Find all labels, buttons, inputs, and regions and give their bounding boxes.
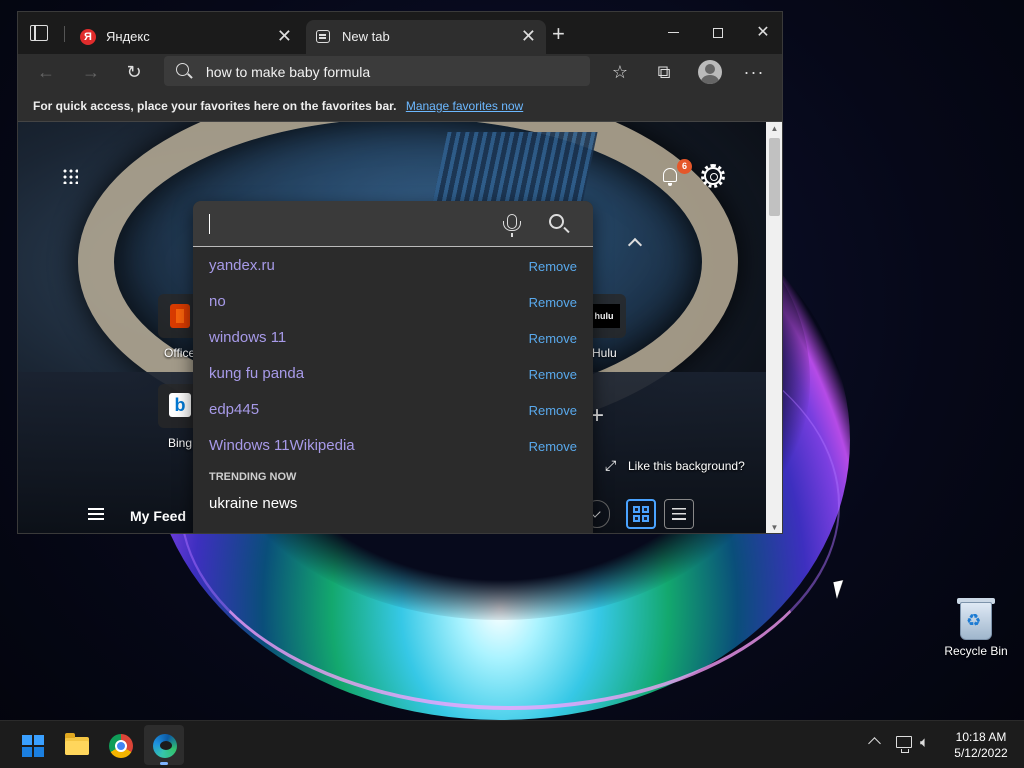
bell-body — [663, 168, 677, 182]
bing-icon: b — [169, 393, 191, 417]
forward-arrow-icon[interactable]: → — [77, 58, 105, 86]
history-item[interactable]: windows 11 Remove — [193, 319, 593, 355]
recycle-bin-label: Recycle Bin — [944, 644, 1008, 658]
file-explorer-button[interactable] — [56, 725, 96, 765]
recycle-bin-desktop-icon[interactable]: ♻ Recycle Bin — [940, 596, 1012, 658]
tab-yandex[interactable]: Я Яндекс ✕ — [70, 20, 302, 54]
clock-date: 5/12/2022 — [954, 746, 1008, 760]
more-options-icon[interactable]: ··· — [740, 58, 768, 86]
profile-avatar[interactable] — [698, 60, 722, 84]
text-caret — [209, 214, 210, 234]
list-view-icon[interactable] — [664, 499, 694, 529]
tab-new-tab[interactable]: New tab ✕ — [306, 20, 546, 54]
new-tab-icon — [316, 30, 330, 43]
back-arrow-icon[interactable]: ← — [32, 58, 60, 86]
my-feed-label[interactable]: My Feed — [130, 508, 186, 524]
refresh-icon[interactable]: ↻ — [120, 58, 148, 86]
remove-link[interactable]: Remove — [529, 403, 577, 418]
history-query[interactable]: edp445 — [209, 401, 259, 418]
chrome-icon — [109, 734, 133, 758]
search-input[interactable] — [193, 201, 593, 247]
menu-icon[interactable] — [88, 508, 104, 520]
recycle-arrows-icon: ♻ — [966, 611, 982, 630]
app-launcher-icon[interactable] — [62, 168, 78, 184]
history-item[interactable]: kung fu panda Remove — [193, 355, 593, 391]
search-icon[interactable] — [549, 214, 564, 229]
favorites-bar-message: For quick access, place your favorites h… — [33, 99, 397, 113]
trending-heading: TRENDING NOW — [209, 471, 297, 483]
address-text[interactable]: how to make baby formula — [206, 64, 370, 80]
history-item[interactable]: Windows 11Wikipedia Remove — [193, 427, 593, 463]
system-clock[interactable]: 10:18 AM 5/12/2022 — [944, 729, 1018, 761]
volume-icon[interactable]: 🔈︎ — [920, 735, 929, 751]
scroll-down-icon[interactable]: ▼ — [766, 521, 782, 533]
history-query[interactable]: no — [209, 293, 226, 310]
collections-icon[interactable]: ⧉ — [650, 58, 678, 86]
remove-link[interactable]: Remove — [529, 331, 577, 346]
search-history-list: yandex.ru Remove no Remove windows 11 Re… — [193, 247, 593, 463]
network-icon[interactable] — [896, 736, 912, 753]
scroll-up-icon[interactable]: ▲ — [766, 122, 782, 136]
office-icon — [170, 304, 190, 328]
history-query[interactable]: windows 11 — [209, 329, 286, 346]
microphone-stand — [511, 233, 513, 237]
notification-badge: 6 — [677, 159, 692, 174]
quick-link-label: Office — [164, 346, 196, 360]
minimize-button[interactable] — [658, 20, 688, 46]
remove-link[interactable]: Remove — [529, 259, 577, 274]
navigation-toolbar: ← → ↻ how to make baby formula ☆ ⧉ ··· — [18, 54, 782, 90]
recycle-bin-icon: ♻ — [956, 596, 996, 640]
tab-divider — [64, 26, 65, 42]
tab-actions-icon[interactable] — [30, 25, 48, 41]
tab-title: New tab — [342, 29, 390, 44]
maximize-button[interactable] — [703, 20, 733, 46]
history-query[interactable]: Windows 11Wikipedia — [209, 437, 355, 454]
quick-link-label: Hulu — [592, 346, 617, 360]
trending-item[interactable]: ukraine news — [209, 495, 297, 512]
scroll-thumb[interactable] — [769, 138, 780, 216]
history-item[interactable]: yandex.ru Remove — [193, 247, 593, 283]
edge-browser-window: Я Яндекс ✕ New tab ✕ + ✕ ← → ↻ how to ma… — [17, 11, 783, 534]
remove-link[interactable]: Remove — [529, 295, 577, 310]
yandex-icon: Я — [80, 29, 96, 45]
close-window-button[interactable]: ✕ — [748, 20, 778, 46]
start-button[interactable] — [12, 725, 52, 765]
history-item[interactable]: edp445 Remove — [193, 391, 593, 427]
search-suggestions-panel: yandex.ru Remove no Remove windows 11 Re… — [193, 201, 593, 533]
settings-gear-icon[interactable] — [704, 167, 722, 185]
file-explorer-icon — [65, 733, 89, 755]
new-tab-button[interactable]: + — [552, 22, 565, 46]
history-query[interactable]: kung fu panda — [209, 365, 304, 382]
clock-time: 10:18 AM — [955, 730, 1007, 744]
history-item[interactable]: no Remove — [193, 283, 593, 319]
close-tab-icon[interactable]: ✕ — [277, 26, 292, 46]
edge-icon — [153, 734, 177, 758]
address-bar[interactable]: how to make baby formula — [164, 56, 590, 86]
remove-link[interactable]: Remove — [529, 367, 577, 382]
show-hidden-icons-chevron-icon[interactable] — [868, 737, 881, 750]
remove-link[interactable]: Remove — [529, 439, 577, 454]
quick-link-label: Bing — [168, 436, 193, 450]
favorites-bar: For quick access, place your favorites h… — [18, 90, 782, 122]
bell-clapper — [668, 183, 672, 186]
microphone-icon[interactable] — [503, 214, 521, 231]
taskbar: 🔈︎ 10:18 AM 5/12/2022 — [0, 720, 1024, 768]
edge-button[interactable] — [144, 725, 184, 765]
page-scrollbar[interactable]: ▲ ▼ — [766, 122, 782, 533]
tab-title: Яндекс — [106, 29, 150, 44]
close-tab-icon[interactable]: ✕ — [521, 26, 536, 46]
favorites-star-icon[interactable]: ☆ — [606, 58, 634, 86]
search-icon — [176, 63, 189, 76]
expand-icon[interactable]: ⤢ — [605, 458, 619, 472]
history-query[interactable]: yandex.ru — [209, 257, 275, 274]
active-indicator — [160, 762, 168, 765]
new-tab-page: 6 Office b Bing hulu Hulu + ⤢ Like this … — [18, 122, 766, 533]
chrome-button[interactable] — [100, 725, 140, 765]
manage-favorites-link[interactable]: Manage favorites now — [406, 99, 523, 113]
like-background-link[interactable]: Like this background? — [628, 459, 745, 473]
tab-strip: Я Яндекс ✕ New tab ✕ + ✕ — [18, 12, 782, 54]
start-icon — [22, 735, 44, 757]
grid-view-icon[interactable] — [626, 499, 656, 529]
